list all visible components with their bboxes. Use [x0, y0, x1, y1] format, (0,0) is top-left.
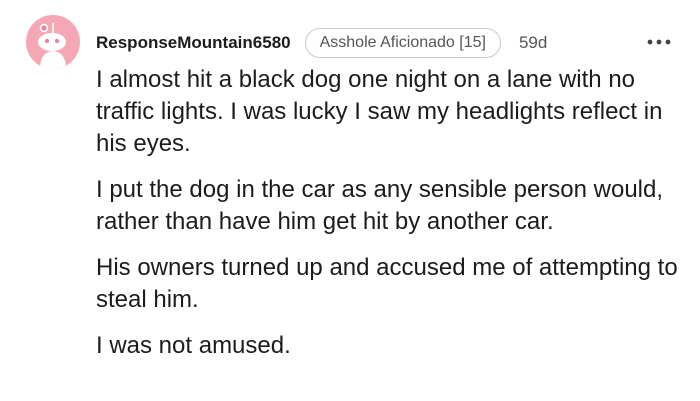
comment-paragraph: I almost hit a black dog one night on a …	[96, 66, 663, 157]
snoo-avatar-icon	[38, 23, 66, 69]
user-flair: Asshole Aficionado [15]	[304, 28, 501, 58]
username[interactable]: ResponseMountain6580	[96, 33, 291, 53]
timestamp: 59d	[518, 33, 548, 52]
more-options-icon	[647, 39, 671, 45]
avatar[interactable]	[26, 15, 80, 69]
more-options-button[interactable]	[644, 31, 674, 53]
comment-body: I almost hit a black dog one night on a …	[96, 64, 686, 376]
comment: ResponseMountain6580 Asshole Aficionado …	[0, 0, 700, 401]
comment-paragraph: His owners turned up and accused me of a…	[96, 254, 678, 313]
comment-paragraph: I was not amused.	[96, 332, 291, 359]
comment-paragraph: I put the dog in the car as any sensible…	[96, 176, 664, 235]
comment-header: ResponseMountain6580 Asshole Aficionado …	[96, 27, 547, 59]
